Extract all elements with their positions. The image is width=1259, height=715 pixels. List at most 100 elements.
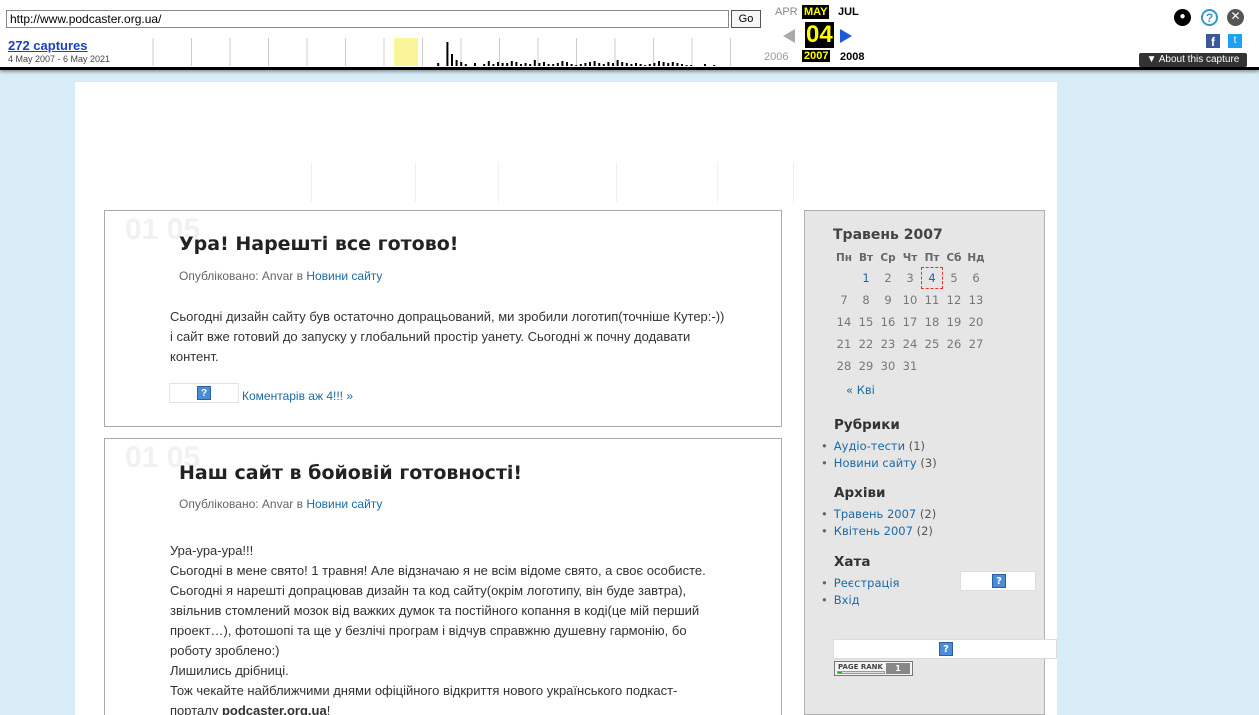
post-body: Ура-ура-ура!!! Сьогодні в мене свято! 1 … [170,541,770,715]
facebook-icon[interactable]: f [1206,34,1220,49]
capture-bar [538,63,541,66]
wayback-toolbar: http://www.podcaster.org.ua/ Go 272 capt… [0,0,1259,70]
post: 01 05 Наш сайт в бойовій готовності! Опу… [104,438,782,715]
prev-capture-arrow-icon[interactable] [783,29,795,43]
capture-bar [685,65,688,66]
calendar-today: 4 [921,267,943,289]
calendar-day: 18 [924,315,940,329]
capture-bar [584,63,587,66]
twitter-icon[interactable]: t [1228,34,1242,48]
captures-range: 4 May 2007 - 6 May 2021 [8,54,111,64]
comments-link[interactable]: Коментарів аж 4!!! » [242,389,353,403]
pagerank-label: PAGE RANK [838,663,883,671]
calendar-day: 30 [880,359,896,373]
calendar-day: 9 [884,293,892,307]
next-capture-arrow-icon[interactable] [840,29,852,43]
capture-bar [621,62,624,66]
pagerank-badge[interactable]: PAGE RANK 1 [834,661,913,676]
categories-heading: Рубрики [834,417,900,433]
categories-list: Аудіо-тести (1) Новини сайту (3) [821,439,937,473]
list-item: Травень 2007 (2) [821,507,936,524]
post-title[interactable]: Наш сайт в бойовій готовності! [179,462,522,484]
category-link[interactable]: Новини сайту [834,456,917,470]
capture-bar [455,60,458,66]
capture-bar [625,63,628,66]
calendar-day: 8 [862,293,870,307]
capture-bar [681,64,683,66]
captures-link[interactable]: 272 captures [8,38,88,53]
register-link[interactable]: Реєстрація [834,576,900,590]
month-next-label[interactable]: JUL [838,6,859,18]
post-line: Лишились дрібниці. [170,663,289,678]
calendar-day: 2 [884,271,892,285]
capture-bar [552,64,555,66]
month-prev-label[interactable]: APR [775,6,798,18]
help-icon[interactable]: ? [1201,9,1218,26]
missing-image-placeholder: ? [960,571,1036,591]
calendar-day: 14 [836,315,852,329]
capture-bar [639,64,642,66]
about-capture-button[interactable]: ▼ About this capture [1139,53,1247,67]
calendar: Пн Вт Ср Чт Пт Сб Нд 1 2 3 4 5 6 7 8 9 10 11 12 13 14 15 16 17… [833,249,987,377]
capture-bar [533,60,536,66]
calendar-day: 7 [840,293,848,307]
capture-bar [474,63,476,66]
calendar-day: 4 [921,267,943,289]
archived-page: 01 05 Ура! Нарешті все готово! Опубліков… [75,82,1057,715]
capture-bar [570,64,573,66]
close-icon[interactable]: ✕ [1227,9,1244,26]
calendar-day: 12 [946,293,962,307]
post-line: звільнив стомлений мозок від важких думо… [170,603,700,618]
calendar-day [943,355,965,377]
calendar-week: 21 22 23 24 25 26 27 [833,333,987,355]
capture-bar [612,63,614,66]
calendar-weekday: Ср [880,252,896,264]
calendar-day [921,355,943,377]
sidebar: Травень 2007 Пн Вт Ср Чт Пт Сб Нд 1 2 3 4 5 6 7 8 9 10 1… [804,210,1057,715]
calendar-week: 123456 [833,267,987,289]
meta-heading: Хата [834,554,871,570]
calendar-day: 22 [858,337,874,351]
go-button[interactable]: Go [731,10,761,28]
missing-image-icon: ? [197,386,211,400]
calendar-day: 19 [946,315,962,329]
category-link[interactable]: Аудіо-тести [834,439,905,453]
login-link[interactable]: Вхід [834,593,860,607]
capture-bar [690,65,693,66]
meta-list: Реєстрація Вхід [821,576,900,610]
captures-sparkline[interactable] [152,34,758,66]
capture-bar [676,63,679,66]
calendar-day[interactable]: 1 [855,267,877,289]
capture-bar [464,64,467,66]
post-title[interactable]: Ура! Нарешті все готово! [179,233,458,255]
calendar-title: Травень 2007 [833,227,943,243]
calendar-day [833,267,855,289]
post-category-link[interactable]: Новини сайту [306,269,382,283]
calendar-day: 20 [968,315,984,329]
calendar-weekday: Чт [902,252,918,264]
capture-bar [561,61,564,66]
menu-separator [415,162,416,202]
year-prev-label[interactable]: 2006 [764,51,788,63]
calendar-day: 26 [946,337,962,351]
calendar-week: 7 8 9 10 11 12 13 [833,289,987,311]
capture-bar [510,61,513,66]
calendar-day: 24 [902,337,918,351]
post-category-link[interactable]: Новини сайту [306,497,382,511]
posts-column: 01 05 Ура! Нарешті все готово! Опубліков… [104,210,782,715]
capture-bar [598,63,601,66]
user-icon[interactable]: ● [1174,9,1191,26]
archive-link[interactable]: Травень 2007 [834,507,916,521]
calendar-prev-month-link[interactable]: « Кві [846,383,875,397]
menu-separator [498,162,499,202]
capture-bar [635,63,637,66]
calendar-day: 23 [880,337,896,351]
wayback-url-input[interactable]: http://www.podcaster.org.ua/ [6,10,729,28]
archive-link[interactable]: Квітень 2007 [834,524,913,538]
capture-bar [713,65,716,66]
menu-separator [616,162,617,202]
year-next-label[interactable]: 2008 [840,51,864,63]
calendar-weekday: Пт [924,252,940,264]
calendar-day: 6 [972,271,980,285]
menu-separator [717,162,718,202]
